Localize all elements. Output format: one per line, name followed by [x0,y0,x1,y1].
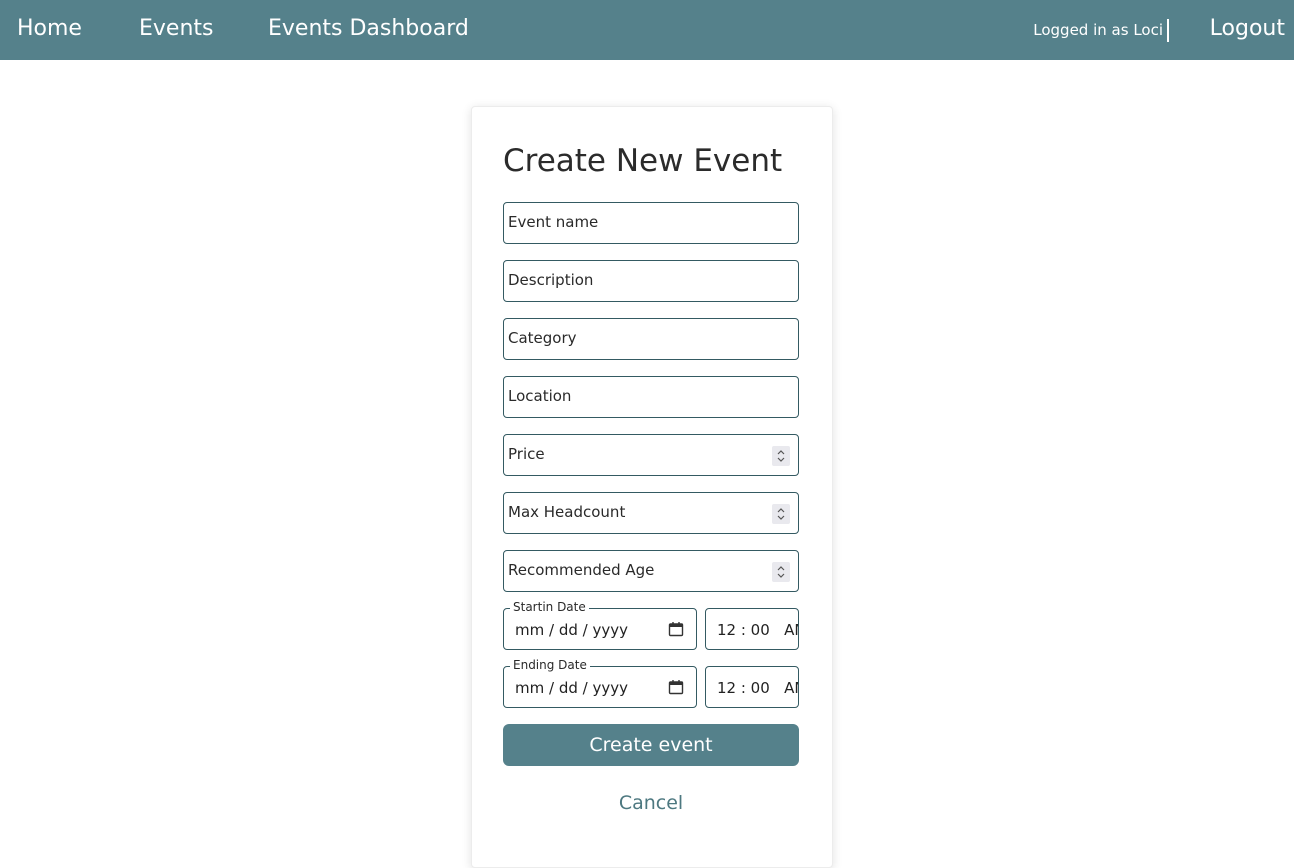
cancel-link[interactable]: Cancel [503,790,799,816]
end-time-input[interactable]: 12 : 00 AM [705,666,799,708]
start-time-input[interactable]: 12 : 00 AM [705,608,799,650]
recommended-age-input[interactable]: Recommended Age [503,550,799,592]
top-navbar: Home Events Events Dashboard Logged in a… [0,0,1294,60]
start-date-input[interactable]: Startin Date mm / dd / yyyy [503,599,697,650]
headcount-spinner-icon[interactable] [772,504,790,524]
category-input[interactable]: Category [503,318,799,360]
logout-link[interactable]: Logout [1210,15,1285,43]
category-placeholder: Category [508,329,577,347]
start-time-value: 12 : 00 AM [717,621,799,639]
create-event-button[interactable]: Create event [503,724,799,766]
nav-divider [1167,19,1169,42]
end-date-input[interactable]: Ending Date mm / dd / yyyy [503,657,697,708]
max-headcount-input[interactable]: Max Headcount [503,492,799,534]
event-name-placeholder: Event name [508,213,599,231]
description-input[interactable]: Description [503,260,799,302]
age-spinner-icon[interactable] [772,562,790,582]
end-date-legend: Ending Date [510,657,590,673]
calendar-icon[interactable] [668,621,684,641]
location-placeholder: Location [508,387,572,405]
start-date-legend: Startin Date [510,599,589,615]
calendar-icon[interactable] [668,679,684,699]
page-title: Create New Event [503,143,783,179]
event-name-input[interactable]: Event name [503,202,799,244]
nav-dashboard-link[interactable]: Events Dashboard [268,15,469,43]
price-placeholder: Price [508,445,545,463]
end-date-placeholder: mm / dd / yyyy [515,679,628,697]
location-input[interactable]: Location [503,376,799,418]
max-headcount-placeholder: Max Headcount [508,503,626,521]
end-time-value: 12 : 00 AM [717,679,799,697]
start-date-placeholder: mm / dd / yyyy [515,621,628,639]
price-input[interactable]: Price [503,434,799,476]
nav-home-link[interactable]: Home [17,15,82,43]
description-placeholder: Description [508,271,594,289]
recommended-age-placeholder: Recommended Age [508,561,655,579]
nav-events-link[interactable]: Events [139,15,214,43]
price-spinner-icon[interactable] [772,446,790,466]
logged-in-status: Logged in as Loci [1033,21,1163,39]
